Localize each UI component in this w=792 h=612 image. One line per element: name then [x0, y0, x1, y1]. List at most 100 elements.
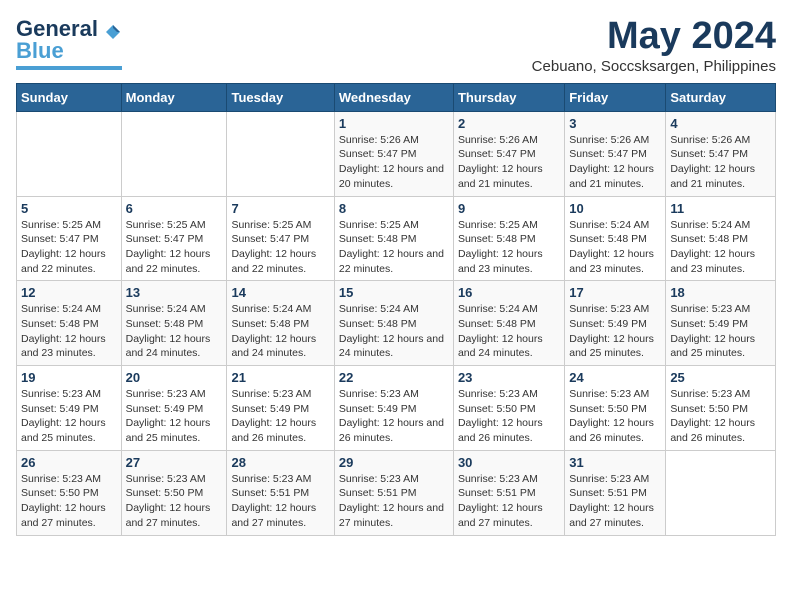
day-detail: Sunrise: 5:23 AMSunset: 5:49 PMDaylight:… — [126, 387, 223, 446]
day-number: 15 — [339, 285, 449, 300]
day-number: 31 — [569, 455, 661, 470]
day-number: 16 — [458, 285, 560, 300]
day-number: 10 — [569, 201, 661, 216]
day-number: 12 — [21, 285, 117, 300]
day-cell: 11Sunrise: 5:24 AMSunset: 5:48 PMDayligh… — [666, 196, 776, 281]
logo: General Blue — [16, 16, 122, 70]
day-cell: 19Sunrise: 5:23 AMSunset: 5:49 PMDayligh… — [17, 366, 122, 451]
week-row-5: 26Sunrise: 5:23 AMSunset: 5:50 PMDayligh… — [17, 450, 776, 535]
day-number: 6 — [126, 201, 223, 216]
day-cell: 1 Sunrise: 5:26 AMSunset: 5:47 PMDaylight… — [334, 111, 453, 196]
calendar-table: SundayMondayTuesdayWednesdayThursdayFrid… — [16, 83, 776, 536]
day-cell: 29Sunrise: 5:23 AMSunset: 5:51 PMDayligh… — [334, 450, 453, 535]
logo-icon — [104, 23, 122, 41]
day-cell: 8 Sunrise: 5:25 AMSunset: 5:48 PMDaylight… — [334, 196, 453, 281]
day-cell: 22 Sunrise: 5:23 AMSunset: 5:49 PMDayligh… — [334, 366, 453, 451]
day-number: 4 — [670, 116, 771, 131]
day-cell: 2 Sunrise: 5:26 AMSunset: 5:47 PMDaylight… — [453, 111, 564, 196]
day-detail: Sunrise: 5:23 AMSunset: 5:51 PMDaylight:… — [231, 472, 329, 531]
day-number: 24 — [569, 370, 661, 385]
day-number: 5 — [21, 201, 117, 216]
day-detail: Sunrise: 5:23 AMSunset: 5:51 PMDaylight:… — [569, 472, 661, 531]
day-number: 8 — [339, 201, 449, 216]
header-row: SundayMondayTuesdayWednesdayThursdayFrid… — [17, 83, 776, 111]
day-detail: Sunrise: 5:23 AMSunset: 5:49 PMDaylight:… — [670, 302, 771, 361]
day-cell: 14 Sunrise: 5:24 AMSunset: 5:48 PMDayligh… — [227, 281, 334, 366]
subtitle: Cebuano, Soccsksargen, Philippines — [532, 58, 776, 75]
day-detail: Sunrise: 5:26 AMSunset: 5:47 PMDaylight:… — [339, 133, 449, 192]
day-detail: Sunrise: 5:24 AMSunset: 5:48 PMDaylight:… — [21, 302, 117, 361]
header-day-thursday: Thursday — [453, 83, 564, 111]
day-detail: Sunrise: 5:26 AMSunset: 5:47 PMDaylight:… — [458, 133, 560, 192]
day-cell: 6 Sunrise: 5:25 AMSunset: 5:47 PMDaylight… — [121, 196, 227, 281]
day-number: 27 — [126, 455, 223, 470]
day-detail: Sunrise: 5:24 AMSunset: 5:48 PMDaylight:… — [458, 302, 560, 361]
day-detail: Sunrise: 5:23 AMSunset: 5:49 PMDaylight:… — [339, 387, 449, 446]
day-cell: 25 Sunrise: 5:23 AMSunset: 5:50 PMDayligh… — [666, 366, 776, 451]
day-detail: Sunrise: 5:24 AMSunset: 5:48 PMDaylight:… — [670, 218, 771, 277]
day-number: 1 — [339, 116, 449, 131]
day-number: 21 — [231, 370, 329, 385]
header-day-monday: Monday — [121, 83, 227, 111]
day-detail: Sunrise: 5:24 AMSunset: 5:48 PMDaylight:… — [339, 302, 449, 361]
day-cell — [17, 111, 122, 196]
day-cell: 20 Sunrise: 5:23 AMSunset: 5:49 PMDayligh… — [121, 366, 227, 451]
day-detail: Sunrise: 5:25 AMSunset: 5:47 PMDaylight:… — [21, 218, 117, 277]
title-area: May 2024 Cebuano, Soccsksargen, Philippi… — [532, 16, 776, 75]
day-number: 7 — [231, 201, 329, 216]
day-number: 13 — [126, 285, 223, 300]
week-row-3: 12 Sunrise: 5:24 AMSunset: 5:48 PMDayligh… — [17, 281, 776, 366]
day-cell: 18 Sunrise: 5:23 AMSunset: 5:49 PMDayligh… — [666, 281, 776, 366]
day-detail: Sunrise: 5:25 AMSunset: 5:47 PMDaylight:… — [231, 218, 329, 277]
day-number: 9 — [458, 201, 560, 216]
day-cell — [666, 450, 776, 535]
day-cell: 9 Sunrise: 5:25 AMSunset: 5:48 PMDaylight… — [453, 196, 564, 281]
day-cell: 21 Sunrise: 5:23 AMSunset: 5:49 PMDayligh… — [227, 366, 334, 451]
day-number: 2 — [458, 116, 560, 131]
day-detail: Sunrise: 5:23 AMSunset: 5:50 PMDaylight:… — [458, 387, 560, 446]
day-number: 25 — [670, 370, 771, 385]
day-cell: 31 Sunrise: 5:23 AMSunset: 5:51 PMDayligh… — [565, 450, 666, 535]
day-detail: Sunrise: 5:23 AMSunset: 5:51 PMDaylight:… — [458, 472, 560, 531]
day-detail: Sunrise: 5:23 AMSunset: 5:50 PMDaylight:… — [569, 387, 661, 446]
day-number: 18 — [670, 285, 771, 300]
day-detail: Sunrise: 5:23 AMSunset: 5:50 PMDaylight:… — [126, 472, 223, 531]
day-number: 30 — [458, 455, 560, 470]
day-detail: Sunrise: 5:25 AMSunset: 5:48 PMDaylight:… — [458, 218, 560, 277]
day-cell: 30 Sunrise: 5:23 AMSunset: 5:51 PMDayligh… — [453, 450, 564, 535]
day-detail: Sunrise: 5:23 AMSunset: 5:49 PMDaylight:… — [231, 387, 329, 446]
day-cell: 10Sunrise: 5:24 AMSunset: 5:48 PMDayligh… — [565, 196, 666, 281]
day-detail: Sunrise: 5:23 AMSunset: 5:50 PMDaylight:… — [670, 387, 771, 446]
day-number: 17 — [569, 285, 661, 300]
day-cell — [227, 111, 334, 196]
day-number: 20 — [126, 370, 223, 385]
day-number: 14 — [231, 285, 329, 300]
day-detail: Sunrise: 5:25 AMSunset: 5:48 PMDaylight:… — [339, 218, 449, 277]
day-number: 3 — [569, 116, 661, 131]
day-cell: 17Sunrise: 5:23 AMSunset: 5:49 PMDayligh… — [565, 281, 666, 366]
day-detail: Sunrise: 5:23 AMSunset: 5:49 PMDaylight:… — [21, 387, 117, 446]
day-cell: 26Sunrise: 5:23 AMSunset: 5:50 PMDayligh… — [17, 450, 122, 535]
day-cell: 4 Sunrise: 5:26 AMSunset: 5:47 PMDaylight… — [666, 111, 776, 196]
day-cell: 23Sunrise: 5:23 AMSunset: 5:50 PMDayligh… — [453, 366, 564, 451]
day-cell: 15 Sunrise: 5:24 AMSunset: 5:48 PMDayligh… — [334, 281, 453, 366]
day-detail: Sunrise: 5:23 AMSunset: 5:51 PMDaylight:… — [339, 472, 449, 531]
header-day-saturday: Saturday — [666, 83, 776, 111]
day-detail: Sunrise: 5:25 AMSunset: 5:47 PMDaylight:… — [126, 218, 223, 277]
day-cell: 7 Sunrise: 5:25 AMSunset: 5:47 PMDaylight… — [227, 196, 334, 281]
day-cell: 13Sunrise: 5:24 AMSunset: 5:48 PMDayligh… — [121, 281, 227, 366]
day-detail: Sunrise: 5:24 AMSunset: 5:48 PMDaylight:… — [231, 302, 329, 361]
month-title: May 2024 — [532, 16, 776, 58]
day-number: 22 — [339, 370, 449, 385]
day-cell — [121, 111, 227, 196]
header-day-tuesday: Tuesday — [227, 83, 334, 111]
day-cell: 5 Sunrise: 5:25 AMSunset: 5:47 PMDaylight… — [17, 196, 122, 281]
header: General Blue May 2024 Cebuano, Soccsksar… — [16, 16, 776, 75]
day-detail: Sunrise: 5:26 AMSunset: 5:47 PMDaylight:… — [670, 133, 771, 192]
day-detail: Sunrise: 5:26 AMSunset: 5:47 PMDaylight:… — [569, 133, 661, 192]
day-detail: Sunrise: 5:23 AMSunset: 5:50 PMDaylight:… — [21, 472, 117, 531]
day-cell: 27 Sunrise: 5:23 AMSunset: 5:50 PMDayligh… — [121, 450, 227, 535]
header-day-wednesday: Wednesday — [334, 83, 453, 111]
day-cell: 24 Sunrise: 5:23 AMSunset: 5:50 PMDayligh… — [565, 366, 666, 451]
header-day-sunday: Sunday — [17, 83, 122, 111]
